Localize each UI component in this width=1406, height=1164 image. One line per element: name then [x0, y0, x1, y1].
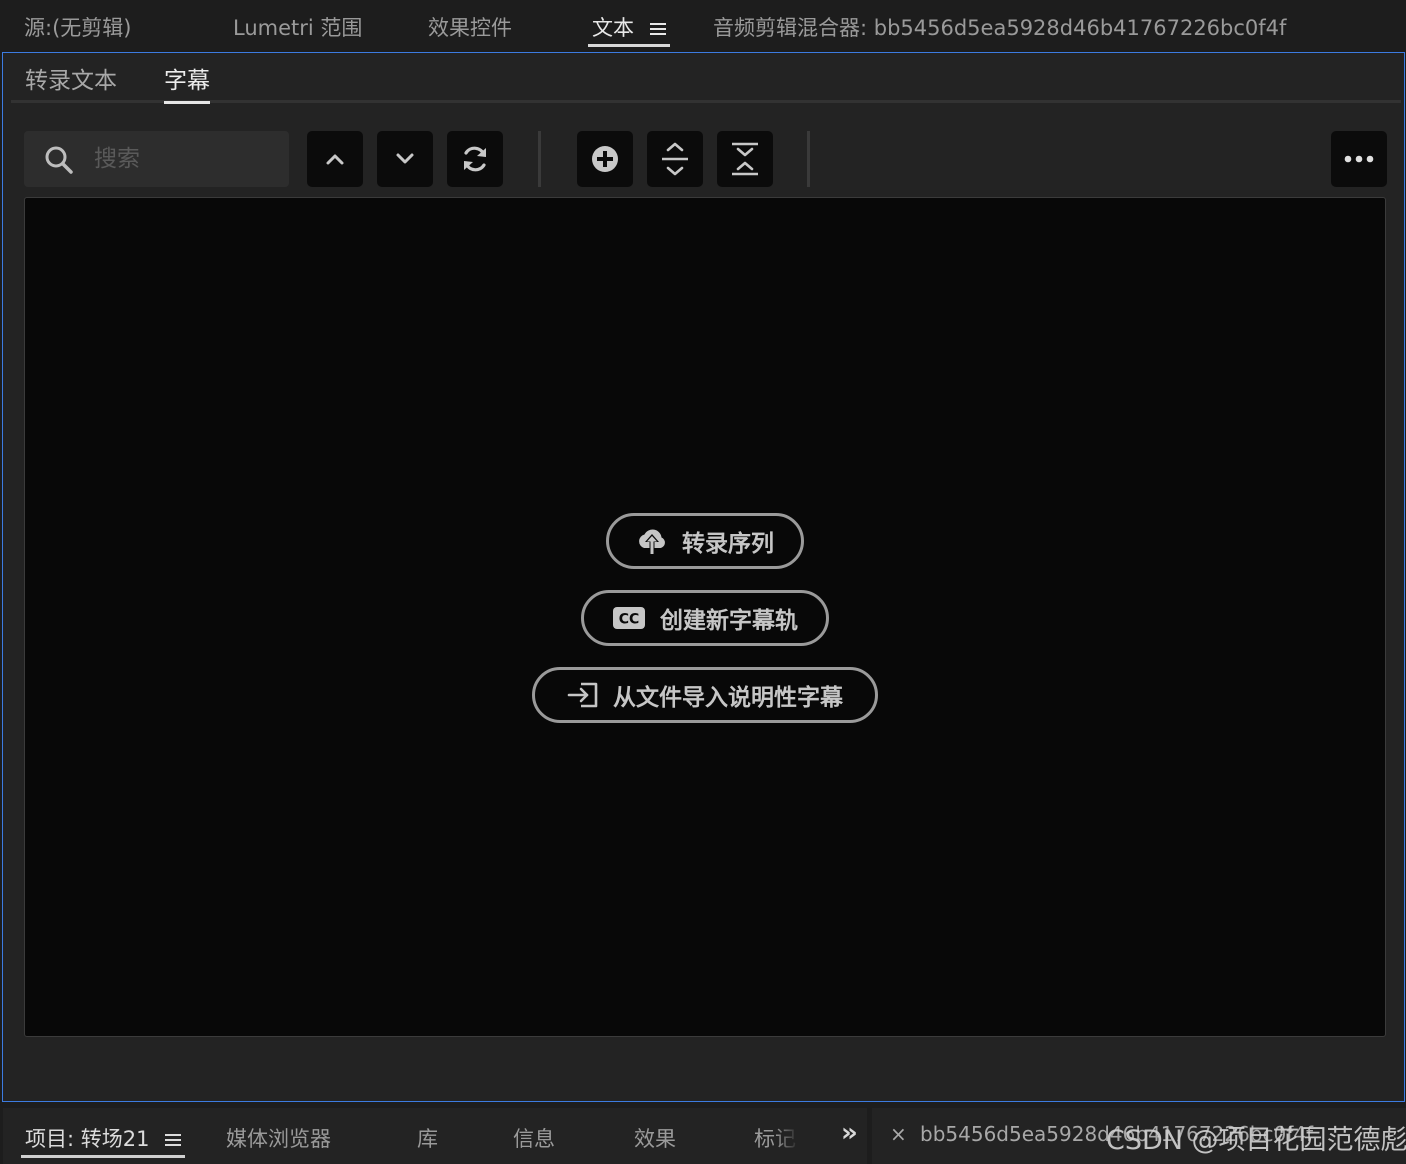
- tab-media-browser[interactable]: 媒体浏览器: [226, 1123, 331, 1153]
- transcribe-sequence-button[interactable]: 转录序列: [606, 513, 804, 569]
- split-caption-button[interactable]: [647, 131, 703, 187]
- more-tabs-icon[interactable]: »: [841, 1118, 858, 1148]
- tab-libraries[interactable]: 库: [417, 1123, 438, 1153]
- tab-audio-clip-mixer[interactable]: 音频剪辑混合器: bb5456d5ea5928d46b41767226bc0f4…: [713, 12, 1286, 42]
- subtab-transcript[interactable]: 转录文本: [25, 61, 117, 95]
- active-tab-underline: [21, 1155, 186, 1158]
- create-caption-track-button[interactable]: CC 创建新字幕轨: [581, 590, 829, 646]
- tab-text[interactable]: 文本: [588, 12, 670, 47]
- tab-effects[interactable]: 效果: [634, 1123, 676, 1153]
- search-input[interactable]: [94, 141, 274, 177]
- active-tab-underline: [588, 44, 670, 47]
- tab-lumetri-scopes[interactable]: Lumetri 范围: [233, 12, 362, 42]
- sequence-panel-tab: × bb5456d5ea5928d46b41767226bc0f4f CSDN …: [872, 1108, 1406, 1164]
- tab-info[interactable]: 信息: [513, 1123, 555, 1153]
- next-button[interactable]: [377, 131, 433, 187]
- close-icon[interactable]: ×: [890, 1122, 907, 1146]
- watermark: CSDN @项目花园范德彪: [1106, 1125, 1406, 1156]
- bottom-panel-tabs: 项目: 转场21 媒体浏览器 库 信息 效果 标记 » × bb5456d5ea…: [0, 1104, 1406, 1164]
- text-panel-subtabs: 转录文本 字幕: [11, 53, 1401, 104]
- more-icon: [1344, 155, 1374, 163]
- text-panel: 转录文本 字幕 搜索 转录序列 CC 创建新字幕轨 从文件导入说明性字幕: [2, 52, 1405, 1102]
- search-field[interactable]: [24, 131, 289, 187]
- toolbar-divider: [807, 131, 810, 187]
- refresh-button[interactable]: [447, 131, 503, 187]
- import-icon: [567, 682, 598, 708]
- panel-menu-icon[interactable]: [165, 1133, 182, 1147]
- cloud-upload-icon: [639, 529, 665, 554]
- expand-icon: [662, 142, 688, 176]
- toolbar-divider: [538, 131, 541, 187]
- merge-caption-button[interactable]: [717, 131, 773, 187]
- active-subtab-underline: [164, 101, 210, 104]
- tab-overflow-fade: [775, 1108, 799, 1164]
- subtab-captions[interactable]: 字幕: [164, 61, 210, 104]
- collapse-icon: [732, 142, 758, 176]
- add-circle-icon: [592, 146, 618, 172]
- import-captions-button[interactable]: 从文件导入说明性字幕: [532, 667, 878, 723]
- captions-content-area: 转录序列 CC 创建新字幕轨 从文件导入说明性字幕: [24, 197, 1386, 1037]
- tab-project[interactable]: 项目: 转场21: [21, 1123, 186, 1158]
- previous-button[interactable]: [307, 131, 363, 187]
- tab-effect-controls[interactable]: 效果控件: [428, 12, 512, 42]
- closed-captions-icon: CC: [613, 607, 645, 629]
- add-caption-button[interactable]: [577, 131, 633, 187]
- top-panel-tabs: 源:(无剪辑) Lumetri 范围 效果控件 文本 音频剪辑混合器: bb54…: [0, 0, 1406, 52]
- more-options-button[interactable]: [1331, 131, 1387, 187]
- svg-text:CC: CC: [619, 612, 640, 628]
- project-panel-tabs: 项目: 转场21 媒体浏览器 库 信息 效果 标记 »: [3, 1108, 867, 1164]
- chevron-down-icon: [396, 153, 414, 164]
- tab-source[interactable]: 源:(无剪辑): [24, 12, 131, 42]
- search-icon: [45, 146, 73, 174]
- refresh-icon: [464, 146, 486, 172]
- panel-menu-icon[interactable]: [650, 22, 666, 36]
- chevron-up-icon: [326, 154, 344, 165]
